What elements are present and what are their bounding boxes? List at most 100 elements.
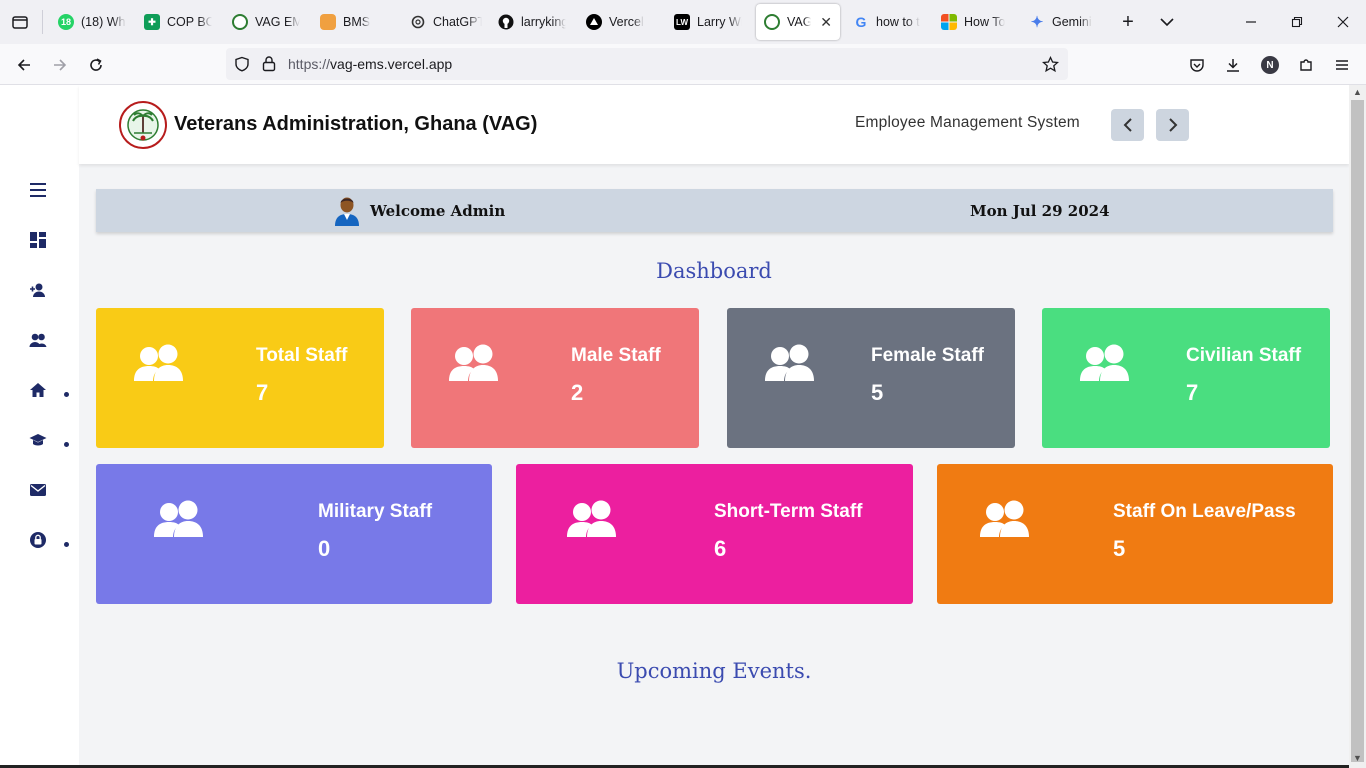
stat-card-label: Female Staff	[871, 345, 984, 366]
extensions-button[interactable]	[1295, 54, 1317, 76]
tab-separator	[42, 10, 43, 34]
welcome-bar: Welcome Admin Mon Jul 29 2024	[96, 189, 1333, 232]
sidebar-item-employees[interactable]	[28, 330, 48, 350]
header-next-button[interactable]	[1156, 109, 1189, 141]
admin-avatar-icon	[335, 197, 359, 226]
tab-chatgpt[interactable]: ChatGPT	[402, 4, 490, 40]
stat-card-label: Male Staff	[571, 345, 661, 366]
tab-vag-ems-active[interactable]: VAG E ✕	[756, 4, 840, 40]
pocket-button[interactable]	[1186, 54, 1208, 76]
bms-icon	[320, 14, 336, 30]
tab-how-to[interactable]: How To	[933, 4, 1017, 40]
users-icon	[449, 344, 498, 381]
close-icon	[1337, 16, 1349, 28]
github-icon	[498, 14, 514, 30]
home-icon	[30, 383, 46, 397]
downloads-button[interactable]	[1222, 54, 1244, 76]
url-bar[interactable]: https://vag-ems.vercel.app	[226, 48, 1068, 80]
stat-card-female-staff[interactable]: Female Staff 5	[727, 308, 1015, 448]
tab-title: (18) Wha	[81, 15, 126, 29]
tab-title: VAG EM	[255, 15, 300, 29]
tab-title: COP BO	[167, 15, 212, 29]
sidebar-item-add-employee[interactable]	[28, 280, 48, 300]
shield-icon[interactable]	[234, 56, 250, 72]
tab-title: Gemini	[1052, 15, 1092, 29]
sidebar-item-dashboard[interactable]	[28, 230, 48, 250]
close-window-button[interactable]	[1332, 11, 1354, 33]
vag-logo	[119, 101, 167, 149]
tab-larry-wi[interactable]: LW Larry Wi	[666, 4, 750, 40]
header-prev-button[interactable]	[1111, 109, 1144, 141]
users-icon	[154, 500, 203, 537]
lw-icon: LW	[674, 14, 690, 30]
stat-card-count: 5	[871, 380, 884, 405]
stat-card-count: 7	[256, 380, 269, 405]
submenu-indicator	[64, 442, 69, 447]
stat-card-count: 5	[1113, 536, 1126, 561]
reload-button[interactable]	[85, 54, 107, 76]
users-icon	[980, 500, 1029, 537]
sidebar-item-security[interactable]	[28, 530, 48, 550]
forward-arrow-icon	[54, 59, 67, 71]
tab-bms[interactable]: BMS	[312, 4, 396, 40]
scroll-thumb[interactable]	[1351, 100, 1364, 762]
stat-card-male-staff[interactable]: Male Staff 2	[411, 308, 699, 448]
stat-card-count: 6	[714, 536, 727, 561]
tab-whatsapp[interactable]: 18 (18) Wha	[50, 4, 134, 40]
sidebar-item-home[interactable]	[28, 380, 48, 400]
page-scrollbar[interactable]: ▲ ▼	[1349, 85, 1366, 768]
tab-cop-bot[interactable]: ✚ COP BO	[136, 4, 220, 40]
org-title: Veterans Administration, Ghana (VAG)	[174, 113, 538, 135]
users-icon	[1080, 344, 1129, 381]
stat-card-military-staff[interactable]: Military Staff 0	[96, 464, 492, 604]
list-tabs-button[interactable]	[1156, 11, 1178, 33]
chevron-right-icon	[1168, 118, 1177, 132]
tab-vercel[interactable]: Vercel	[578, 4, 662, 40]
bookmark-star-icon[interactable]	[1042, 56, 1059, 73]
sidebar-item-messages[interactable]	[28, 480, 48, 500]
tab-gemini[interactable]: ✦ Gemini	[1021, 4, 1109, 40]
stat-card-total-staff[interactable]: Total Staff 7	[96, 308, 384, 448]
vag-logo-icon	[232, 14, 248, 30]
close-tab-icon[interactable]: ✕	[820, 14, 832, 31]
browser-nav-bar: https://vag-ems.vercel.app N	[0, 44, 1366, 85]
stat-card-count: 0	[318, 536, 331, 561]
tab-title: VAG E	[787, 15, 812, 29]
forward-button[interactable]	[49, 54, 71, 76]
submenu-indicator	[64, 392, 69, 397]
sidebar-toggle[interactable]	[28, 180, 48, 200]
scroll-up-arrow-icon[interactable]: ▲	[1352, 87, 1363, 98]
scroll-down-arrow-icon[interactable]: ▼	[1352, 753, 1363, 764]
download-icon	[1227, 59, 1239, 72]
users-icon	[567, 500, 616, 537]
stat-card-count: 7	[1186, 380, 1199, 405]
stat-card-civilian-staff[interactable]: Civilian Staff 7	[1042, 308, 1330, 448]
stat-card-count: 2	[571, 380, 584, 405]
back-button[interactable]	[13, 54, 35, 76]
stat-card-label: Short-Term Staff	[714, 501, 863, 522]
account-button[interactable]: N	[1259, 54, 1281, 76]
stat-card-staff-on-leave[interactable]: Staff On Leave/Pass 5	[937, 464, 1333, 604]
tab-vag-ems[interactable]: VAG EM	[224, 4, 308, 40]
stat-card-label: Civilian Staff	[1186, 345, 1302, 366]
account-avatar-icon: N	[1261, 56, 1279, 74]
new-tab-button[interactable]: +	[1117, 11, 1139, 33]
tab-title: Vercel	[609, 15, 644, 29]
welcome-message: Welcome Admin	[370, 202, 506, 220]
url-text[interactable]: https://vag-ems.vercel.app	[288, 56, 452, 72]
minimize-button[interactable]	[1240, 11, 1262, 33]
stat-card-short-term-staff[interactable]: Short-Term Staff 6	[516, 464, 913, 604]
lock-icon[interactable]	[261, 55, 277, 73]
tab-github[interactable]: larryking	[490, 4, 574, 40]
app-menu-button[interactable]	[1331, 54, 1353, 76]
mail-icon	[30, 484, 46, 496]
tab-google-search[interactable]: G how to t	[845, 4, 929, 40]
restore-button[interactable]	[1286, 11, 1308, 33]
dashboard-title: Dashboard	[656, 259, 772, 283]
minimize-icon	[1246, 21, 1256, 23]
chatgpt-icon	[411, 15, 425, 29]
users-icon	[29, 333, 47, 347]
sidebar-item-training[interactable]	[28, 430, 48, 450]
tab-list-icon[interactable]	[10, 12, 30, 32]
url-scheme: https://	[288, 56, 331, 72]
